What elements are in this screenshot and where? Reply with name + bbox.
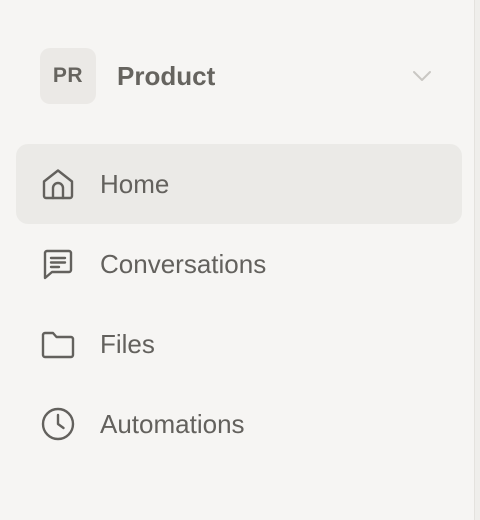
sidebar-item-files[interactable]: Files: [16, 304, 462, 384]
message-square-icon: [40, 246, 76, 282]
sidebar: PR Product Home Conversations Files Auto…: [0, 0, 474, 520]
sidebar-divider: [474, 0, 480, 520]
workspace-avatar: PR: [40, 48, 96, 104]
workspace-name: Product: [117, 60, 216, 91]
sidebar-item-label: Automations: [100, 408, 245, 439]
sidebar-nav: Home Conversations Files Automations: [16, 144, 462, 464]
workspace-switcher[interactable]: PR Product: [40, 48, 440, 104]
sidebar-item-conversations[interactable]: Conversations: [16, 224, 462, 304]
sidebar-item-label: Files: [100, 328, 155, 359]
clock-icon: [40, 406, 76, 442]
chevron-down-icon[interactable]: [410, 64, 434, 88]
folder-icon: [40, 326, 76, 362]
workspace-initials: PR: [52, 64, 84, 87]
sidebar-item-label: Home: [100, 168, 170, 199]
sidebar-item-label: Conversations: [100, 248, 267, 279]
home-icon: [40, 166, 76, 202]
sidebar-item-automations[interactable]: Automations: [16, 384, 462, 464]
sidebar-item-home[interactable]: Home: [16, 144, 462, 224]
